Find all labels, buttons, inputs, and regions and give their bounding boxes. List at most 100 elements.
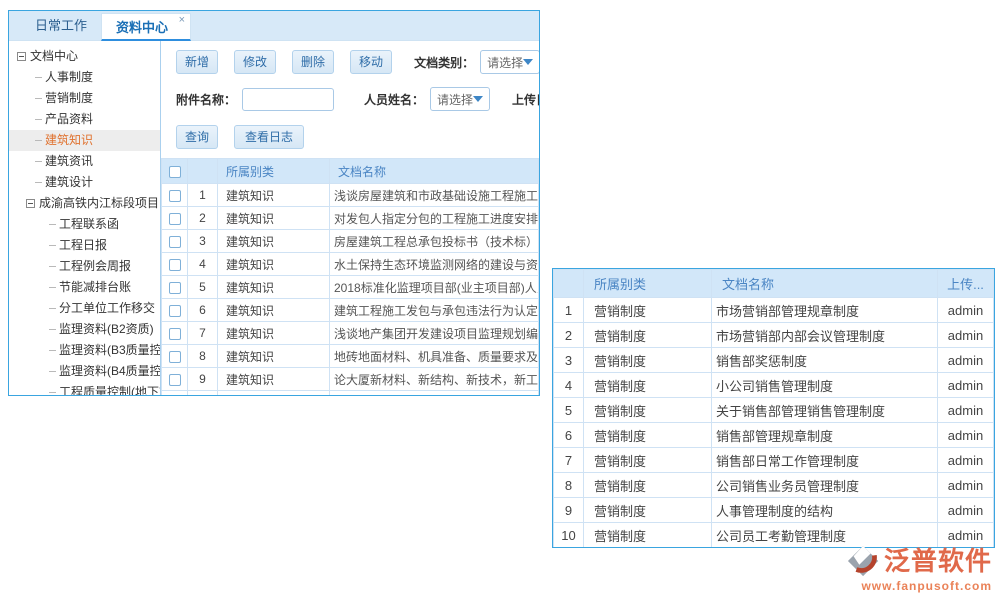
table-row[interactable]: 6建筑知识建筑工程施工发包与承包违法行为认定... [162,299,539,322]
tree-node-quality-control-basement[interactable]: 工程质量控制(地下室) [9,382,160,395]
tree-node-product-data[interactable]: 产品资料 [9,109,160,130]
tree-node-daily-report[interactable]: 工程日报 [9,235,160,256]
select-all-checkbox[interactable] [169,166,181,178]
tree-line [35,119,42,120]
table-row[interactable]: 1建筑知识浅谈房屋建筑和市政基础设施工程施工... [162,184,539,207]
tree-node-weekly-report[interactable]: 工程例会周报 [9,256,160,277]
tree-node-marketing-policy[interactable]: 营销制度 [9,88,160,109]
person-select[interactable]: 请选择 [430,87,490,111]
tree-line [35,77,42,78]
tree-line [35,140,42,141]
table-header-row: 所属别类 文档名称 上传... [554,270,994,298]
fanpu-logo-icon [847,544,881,578]
document-center-window: 日常工作 资料中心 × 文档中心 人事制度 营销制度 产品资料 建筑知识 建筑资… [8,10,540,396]
table-row[interactable]: 10建筑知识大厦地下室加气砼墙砌筑工程的施工方... [162,391,539,396]
tree-line [49,245,56,246]
doc-type-label: 文档类别： [414,54,474,71]
tree-node-supervision-b3[interactable]: 监理资料(B3质量控制) [9,340,160,361]
table-row[interactable]: 9建筑知识论大厦新材料、新结构、新技术，新工... [162,368,539,391]
row-checkbox[interactable] [169,374,181,386]
attachment-name-input[interactable] [242,88,334,111]
document-table: 所属别类 文档名称 1建筑知识浅谈房屋建筑和市政基础设施工程施工... 2建筑知… [161,158,539,395]
row-checkbox[interactable] [169,305,181,317]
toolbar: 新增 修改 删除 移动 文档类别： 请选择 文档 [176,50,539,74]
table-row[interactable]: 4营销制度小公司销售管理制度admin [554,373,994,398]
upload-date-label: 上传日期 [512,91,539,108]
tree-line [35,182,42,183]
table-row[interactable]: 2营销制度市场营销部内部会议管理制度admin [554,323,994,348]
delete-button[interactable]: 删除 [292,50,334,74]
tree-line [35,98,42,99]
table-row[interactable]: 1营销制度市场营销部管理规章制度admin [554,298,994,323]
tree-line [35,161,42,162]
table-row[interactable]: 6营销制度销售部管理规章制度admin [554,423,994,448]
vendor-logo: 泛普软件 www.fanpusoft.com [842,544,992,593]
row-checkbox[interactable] [169,328,181,340]
doc-type-select[interactable]: 请选择 [480,50,539,74]
action-row: 查询 查看日志 [176,125,539,149]
tab-data-center[interactable]: 资料中心 × [101,13,191,41]
document-list-panel: 新增 修改 删除 移动 文档类别： 请选择 文档 附件名称： 人员姓名： 请选择 [161,41,539,395]
move-button[interactable]: 移动 [350,50,392,74]
row-checkbox[interactable] [169,190,181,202]
category-tree: 文档中心 人事制度 营销制度 产品资料 建筑知识 建筑资讯 建筑设计 成渝高铁内… [9,41,161,395]
attachment-name-label: 附件名称： [176,91,236,108]
tree-node-project-root[interactable]: 成渝高铁内江标段项目 [9,193,160,214]
tree-node-energy-ledger[interactable]: 节能减排台账 [9,277,160,298]
doc-name-column-header: 文档名称 [712,270,938,298]
tree-line [49,308,56,309]
tree-node-building-design[interactable]: 建筑设计 [9,172,160,193]
person-name-label: 人员姓名： [364,91,424,108]
tree-node-contact-letter[interactable]: 工程联系函 [9,214,160,235]
doc-name-column-header: 文档名称 [330,159,539,184]
tab-bar: 日常工作 资料中心 × [9,11,539,41]
add-button[interactable]: 新增 [176,50,218,74]
tree-node-building-news[interactable]: 建筑资讯 [9,151,160,172]
tree-line [49,266,56,267]
tab-daily-work[interactable]: 日常工作 [21,12,101,40]
category-column-header: 所属别类 [584,270,712,298]
close-tab-icon[interactable]: × [179,15,185,26]
tree-node-building-knowledge-selected[interactable]: 建筑知识 [9,130,160,151]
row-checkbox[interactable] [169,213,181,225]
collapse-icon[interactable] [26,199,35,208]
table-row[interactable]: 7建筑知识浅谈地产集团开发建设项目监理规划编... [162,322,539,345]
row-checkbox[interactable] [169,351,181,363]
tree-node-supervision-b4[interactable]: 监理资料(B4质量控制) [9,361,160,382]
tree-node-work-transfer[interactable]: 分工单位工作移交 [9,298,160,319]
table-row[interactable]: 2建筑知识对发包人指定分包的工程施工进度安排... [162,207,539,230]
tree-node-supervision-b2[interactable]: 监理资料(B2资质) [9,319,160,340]
table-row[interactable]: 3建筑知识房屋建筑工程总承包投标书（技术标）... [162,230,539,253]
table-row[interactable]: 4建筑知识水土保持生态环境监测网络的建设与资... [162,253,539,276]
chevron-down-icon [523,59,533,65]
table-row[interactable]: 5建筑知识2018标准化监理项目部(业主项目部)人员... [162,276,539,299]
chevron-down-icon [473,96,483,102]
tree-line [49,350,56,351]
row-checkbox[interactable] [169,236,181,248]
collapse-icon[interactable] [17,52,26,61]
row-checkbox[interactable] [169,259,181,271]
tree-line [49,287,56,288]
table-row[interactable]: 8建筑知识地砖地面材料、机具准备、质量要求及... [162,345,539,368]
table-header-row: 所属别类 文档名称 [162,159,539,184]
filter-row: 附件名称： 人员姓名： 请选择 上传日期 [176,87,539,111]
category-column-header: 所属别类 [218,159,330,184]
edit-button[interactable]: 修改 [234,50,276,74]
table-row[interactable]: 8营销制度公司销售业务员管理制度admin [554,473,994,498]
row-checkbox[interactable] [169,282,181,294]
query-button[interactable]: 查询 [176,125,218,149]
view-log-button[interactable]: 查看日志 [234,125,304,149]
tab-data-center-label: 资料中心 [116,20,168,35]
table-row[interactable]: 9营销制度人事管理制度的结构admin [554,498,994,523]
table-row[interactable]: 3营销制度销售部奖惩制度admin [554,348,994,373]
table-row[interactable]: 7营销制度销售部日常工作管理制度admin [554,448,994,473]
index-column-header [188,159,218,184]
tree-line [49,329,56,330]
tree-node-hr-policy[interactable]: 人事制度 [9,67,160,88]
logo-title: 泛普软件 [884,548,992,574]
table-row[interactable]: 5营销制度关于销售部管理销售管理制度admin [554,398,994,423]
uploader-column-header: 上传... [938,270,994,298]
marketing-docs-table: 所属别类 文档名称 上传... 1营销制度市场营销部管理规章制度admin 2营… [553,269,994,548]
tree-node-root[interactable]: 文档中心 [9,46,160,67]
logo-url: www.fanpusoft.com [842,579,992,593]
